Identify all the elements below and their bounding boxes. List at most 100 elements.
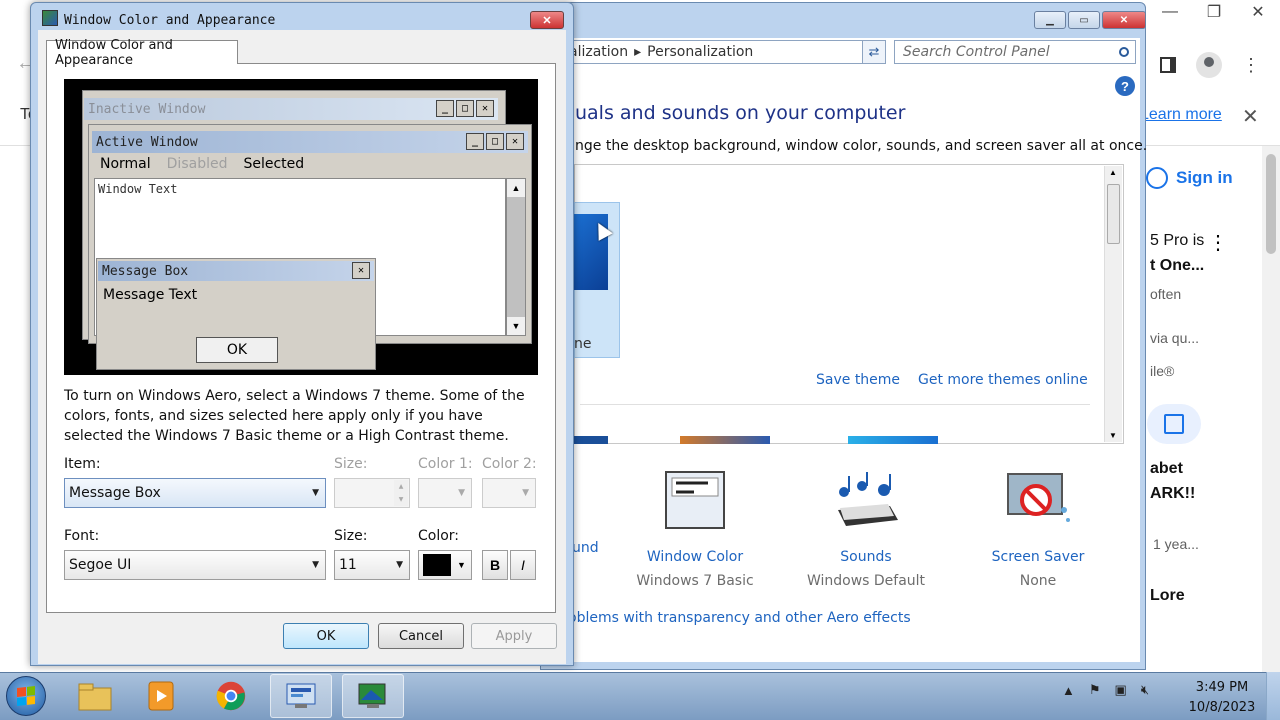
message-box-ok-preview[interactable]: OK	[196, 337, 278, 363]
font-select[interactable]: Segoe UI ▼	[64, 550, 326, 580]
theme-thumbnail[interactable]	[848, 436, 938, 444]
message-text-preview[interactable]: Message Text	[103, 287, 197, 303]
sounds-item[interactable]: Sounds Windows Default	[791, 470, 941, 589]
taskbar-chrome[interactable]	[200, 674, 262, 718]
menu-normal[interactable]: Normal	[100, 156, 151, 172]
refresh-icon[interactable]: ⇄	[862, 40, 886, 64]
feed-text: ARK!!	[1150, 485, 1196, 502]
dialog-close-button[interactable]: ✕	[530, 11, 564, 29]
active-window-titlebar[interactable]: Active Window _ □ ✕	[92, 131, 528, 153]
ok-button[interactable]: OK	[283, 623, 369, 649]
item-subtitle: Windows 7 Basic	[636, 573, 754, 589]
theme-thumbnail[interactable]	[680, 436, 770, 444]
window-color-item[interactable]: Window Color Windows 7 Basic	[620, 470, 770, 589]
chevron-down-icon: ▼	[312, 488, 319, 498]
minimize-icon[interactable]: —	[1148, 0, 1192, 24]
open-external-button[interactable]	[1147, 404, 1201, 444]
search-input[interactable]: Search Control Panel	[894, 40, 1136, 64]
desktop-background-link[interactable]: und	[572, 540, 599, 556]
taskbar-clock[interactable]: 3:49 PM 10/8/2023	[1186, 678, 1258, 718]
open-external-icon	[1164, 414, 1184, 434]
action-center-icon[interactable]: ⚑	[1089, 682, 1101, 698]
font-label: Font:	[64, 528, 100, 544]
side-panel-icon[interactable]	[1160, 57, 1176, 73]
screen-saver-item[interactable]: Screen Saver None	[963, 470, 1113, 589]
chevron-down-icon: ▼	[457, 560, 466, 570]
tab-window-color[interactable]: Window Color and Appearance	[46, 38, 238, 68]
font-size-label: Size:	[334, 528, 368, 544]
breadcrumb-item[interactable]: alization	[569, 44, 628, 60]
font-size-select[interactable]: 11 ▼	[334, 550, 410, 580]
dialog-app-icon	[42, 10, 58, 26]
feed-text: 5 Pro is	[1150, 232, 1205, 249]
color1-label: Color 1:	[418, 456, 473, 472]
help-icon[interactable]: ?	[1115, 76, 1135, 96]
profile-avatar[interactable]	[1196, 52, 1222, 78]
preview-scrollbar[interactable]: ▲ ▼	[506, 178, 526, 336]
italic-button[interactable]: I	[510, 550, 536, 580]
address-bar[interactable]: alization ▸ Personalization ▼	[560, 40, 882, 64]
taskbar-control-panel[interactable]	[270, 674, 332, 718]
maximize-icon[interactable]: ▭	[1068, 11, 1100, 29]
taskbar-file-explorer[interactable]	[64, 674, 126, 718]
inactive-window-titlebar[interactable]: Inactive Window _ □ ✕	[84, 98, 498, 120]
scroll-up-icon[interactable]: ▲	[1109, 168, 1117, 177]
preview-menu[interactable]: Normal Disabled Selected	[100, 156, 304, 172]
taskbar-personalization[interactable]	[342, 674, 404, 718]
close-icon[interactable]: ✕	[1236, 0, 1280, 24]
banner-close-icon[interactable]: ✕	[1242, 104, 1259, 129]
maximize-icon: □	[456, 100, 474, 117]
start-button[interactable]	[6, 676, 46, 716]
color1-select[interactable]: ▼	[418, 478, 472, 508]
cp-window-controls: ▁ ▭ ✕	[1034, 11, 1146, 29]
taskbar-media[interactable]	[130, 674, 192, 718]
feed-text: 1 yea...	[1153, 536, 1199, 552]
size-label: Size:	[334, 456, 368, 472]
minimize-icon[interactable]: ▁	[1034, 11, 1066, 29]
learn-more-link[interactable]: Learn more	[1140, 106, 1222, 124]
close-icon[interactable]: ✕	[1102, 11, 1146, 29]
message-box-titlebar[interactable]: Message Box ✕	[98, 261, 374, 281]
search-icon[interactable]	[1119, 47, 1129, 57]
search-placeholder: Search Control Panel	[903, 44, 1050, 60]
browser-scrollbar[interactable]	[1262, 146, 1280, 672]
item-select-value: Message Box	[69, 485, 161, 501]
save-theme-link[interactable]: Save theme	[816, 372, 900, 388]
close-icon: ✕	[506, 133, 524, 150]
menu-selected[interactable]: Selected	[243, 156, 304, 172]
scrollbar-thumb[interactable]	[1107, 184, 1120, 244]
scrollbar-thumb[interactable]	[1266, 154, 1276, 254]
feed-more-icon[interactable]: ⋮	[1208, 230, 1228, 255]
inactive-window-title: Inactive Window	[88, 101, 206, 117]
color2-select[interactable]: ▼	[482, 478, 536, 508]
cancel-button[interactable]: Cancel	[378, 623, 464, 649]
chevron-down-icon: ▼	[522, 488, 529, 498]
show-hidden-icons-icon[interactable]: ▲	[1062, 683, 1075, 698]
restore-icon[interactable]: ❐	[1192, 0, 1236, 24]
breadcrumb-item[interactable]: Personalization	[647, 44, 753, 60]
get-more-themes-link[interactable]: Get more themes online	[918, 372, 1088, 388]
feed-text: ile®	[1150, 363, 1175, 379]
scroll-down-icon[interactable]: ▼	[1109, 431, 1117, 440]
item-title: Window Color	[646, 549, 744, 565]
theme-thumbnail[interactable]	[574, 436, 608, 444]
personalization-icon	[358, 683, 386, 708]
item-subtitle: None	[1019, 573, 1057, 589]
more-menu-icon[interactable]: ⋮	[1242, 55, 1260, 76]
minimize-icon: _	[436, 100, 454, 117]
bold-button[interactable]: B	[482, 550, 508, 580]
feed-text: t One...	[1150, 257, 1205, 274]
aero-troubleshoot-link[interactable]: oblems with transparency and other Aero …	[568, 610, 911, 626]
item-size-stepper[interactable]: ▲ ▼	[334, 478, 410, 508]
apply-button[interactable]: Apply	[471, 623, 557, 649]
item-select[interactable]: Message Box ▼	[64, 478, 326, 508]
menu-disabled[interactable]: Disabled	[167, 156, 228, 172]
account-icon	[1146, 167, 1168, 189]
theme-scrollbar[interactable]: ▲ ▼	[1104, 166, 1122, 442]
show-desktop-button[interactable]	[1266, 672, 1280, 720]
volume-muted-icon[interactable]: 🔇︎	[1141, 682, 1149, 698]
network-icon[interactable]: ▣	[1115, 682, 1127, 698]
font-color-button[interactable]: ▼	[418, 550, 472, 580]
sign-in-button[interactable]: Sign in	[1146, 158, 1238, 198]
spinner-icon[interactable]: ▲ ▼	[394, 480, 408, 506]
